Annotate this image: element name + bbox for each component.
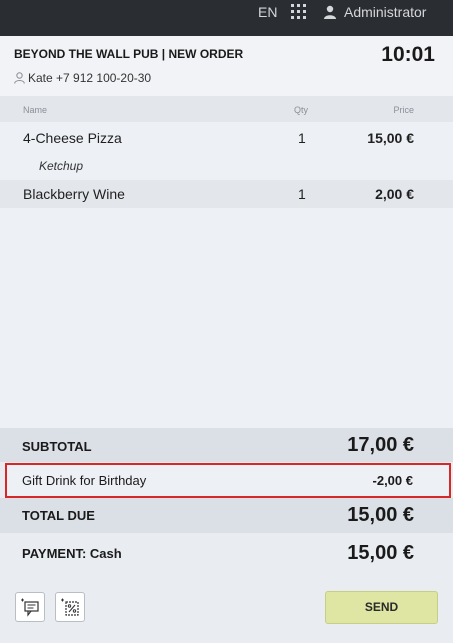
add-discount-button[interactable]: [55, 592, 85, 622]
order-type: NEW ORDER: [168, 47, 244, 61]
order-item-row[interactable]: 4-Cheese Pizza 1 15,00 €: [0, 122, 453, 152]
add-comment-button[interactable]: [15, 592, 45, 622]
item-price: 2,00 €: [375, 186, 414, 202]
subtotal-value: 17,00 €: [347, 434, 414, 456]
discount-row[interactable]: Gift Drink for Birthday -2,00 €: [5, 463, 451, 498]
payment-label: PAYMENT: Cash: [22, 546, 122, 561]
person-outline-icon: [14, 72, 25, 84]
column-qty: Qty: [294, 105, 309, 115]
customer-text: Kate +7 912 100-20-30: [28, 71, 152, 85]
venue-name: BEYOND THE WALL PUB: [14, 47, 159, 61]
payment-value: 15,00 €: [347, 542, 414, 564]
item-name: 4-Cheese Pizza: [23, 130, 122, 146]
payment-row[interactable]: PAYMENT: Cash 15,00 €: [0, 533, 453, 575]
order-column-headers: Name Qty Price: [0, 96, 453, 122]
title-separator: |: [161, 47, 166, 61]
item-price: 15,00 €: [367, 130, 414, 146]
user-icon: [324, 5, 336, 19]
column-name: Name: [23, 105, 48, 115]
discount-icon: [61, 598, 79, 616]
column-price: Price: [393, 105, 414, 115]
discount-label: Gift Drink for Birthday: [22, 473, 147, 488]
comment-icon: [21, 598, 39, 617]
discount-value: -2,00 €: [372, 473, 413, 488]
total-due-label: TOTAL DUE: [22, 508, 95, 523]
order-items-list: 4-Cheese Pizza 1 15,00 € Ketchup Blackbe…: [0, 122, 453, 428]
item-modifier: Ketchup: [39, 159, 84, 173]
total-due-row: TOTAL DUE 15,00 €: [0, 498, 453, 533]
send-button[interactable]: SEND: [325, 591, 438, 624]
total-due-value: 15,00 €: [347, 504, 414, 526]
order-time: 10:01: [381, 43, 435, 66]
item-qty: 1: [298, 186, 306, 202]
subtotal-label: SUBTOTAL: [22, 439, 92, 454]
apps-grid-icon[interactable]: [291, 4, 306, 19]
item-modifier-row[interactable]: Ketchup: [0, 152, 453, 180]
order-title: BEYOND THE WALL PUB | NEW ORDER: [14, 47, 243, 61]
order-item-row[interactable]: Blackberry Wine 1 2,00 €: [0, 180, 453, 208]
item-name: Blackberry Wine: [23, 186, 125, 202]
subtotal-row: SUBTOTAL 17,00 €: [0, 428, 453, 462]
user-name: Administrator: [344, 4, 427, 20]
top-bar: EN Administrator: [0, 0, 453, 36]
item-qty: 1: [298, 130, 306, 146]
language-switcher[interactable]: EN: [258, 4, 277, 20]
customer-info[interactable]: Kate +7 912 100-20-30: [14, 71, 151, 85]
order-header: BEYOND THE WALL PUB | NEW ORDER 10:01 Ka…: [0, 36, 453, 96]
